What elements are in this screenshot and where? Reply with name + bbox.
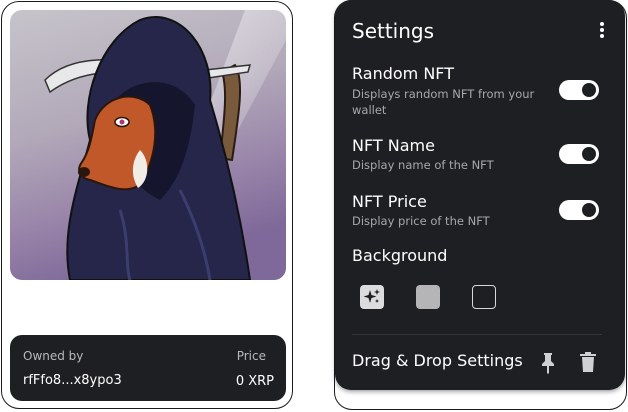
price-value: 0 XRP <box>235 374 274 389</box>
nft-card: Owned by rfFfo8...x8ypo3 Price 0 XRP <box>1 1 293 409</box>
setting-description: Display name of the NFT <box>352 158 494 172</box>
owned-by-label: Owned by <box>23 349 84 363</box>
trash-icon[interactable] <box>580 352 596 376</box>
background-title: Background <box>352 246 448 265</box>
drag-drop-label: Drag & Drop Settings <box>352 351 523 370</box>
setting-name: NFT Price <box>352 192 427 211</box>
dark-swatch[interactable] <box>472 285 496 309</box>
nft-image[interactable] <box>10 10 286 280</box>
toggle-nft-name[interactable] <box>559 144 599 164</box>
sparkle-icon[interactable] <box>360 285 384 309</box>
kebab-menu-icon[interactable] <box>599 22 605 38</box>
setting-description: Display price of the NFT <box>352 214 490 228</box>
gray-swatch[interactable] <box>416 285 440 309</box>
toggle-random-nft[interactable] <box>559 80 599 100</box>
pin-icon[interactable] <box>540 352 556 378</box>
toggle-nft-price[interactable] <box>559 200 599 220</box>
setting-name: Random NFT <box>352 64 454 83</box>
owner-address[interactable]: rfFfo8...x8ypo3 <box>23 373 122 388</box>
nft-artwork <box>10 10 286 280</box>
divider <box>352 334 602 335</box>
setting-description: Displays random NFT from your wallet <box>352 87 535 117</box>
price-label: Price <box>236 349 266 363</box>
settings-title: Settings <box>352 19 435 43</box>
nft-info-bar: Owned by rfFfo8...x8ypo3 Price 0 XRP <box>10 335 286 401</box>
settings-panel: Settings Random NFT Displays random NFT … <box>335 0 625 390</box>
setting-name: NFT Name <box>352 136 435 155</box>
